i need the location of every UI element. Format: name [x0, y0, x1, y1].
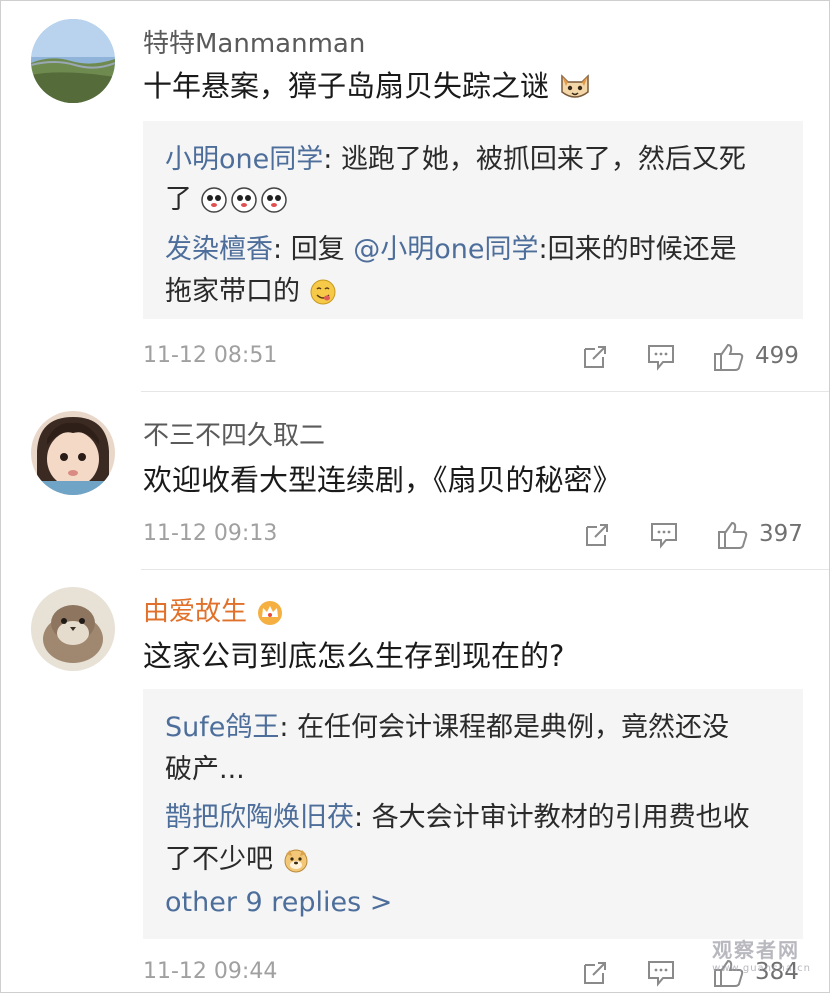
avatar[interactable] — [31, 19, 115, 103]
watermark-main: 观察者网 — [712, 938, 801, 962]
reply-author[interactable]: 小明one同学 — [165, 144, 323, 175]
reply-line: 发染檀香: 回复 @小明one同学:回来的时候还是 — [165, 227, 737, 266]
reply-text: 各大会计审计教材的引用费也收 — [371, 802, 750, 833]
reply-line: 破产... — [165, 747, 245, 786]
username[interactable]: 由爱故生 — [143, 591, 285, 633]
more-replies-link[interactable]: other 9 replies > — [165, 887, 392, 918]
watermark: 观察者网 www.guancha.cn — [712, 934, 811, 974]
share-icon[interactable] — [577, 515, 617, 555]
reply-separator: : — [273, 234, 291, 265]
comment-icon[interactable] — [644, 515, 684, 555]
reply-author[interactable]: 鹊把欣陶焕旧茯 — [165, 802, 354, 833]
share-icon[interactable] — [575, 337, 615, 377]
reply-line: Sufe鸽王: 在任何会计课程都是典例，竟然还没 — [165, 705, 729, 744]
reply-box: Sufe鸽王: 在任何会计课程都是典例，竟然还没 破产... 鹊把欣陶焕旧茯: … — [143, 689, 803, 939]
watermark-sub: www.guancha.cn — [712, 963, 811, 974]
comment-item: 不三不四久取二 欢迎收看大型连续剧，《扇贝的秘密》 11-12 09:13 39… — [1, 391, 830, 569]
username[interactable]: 特特Manmanman — [143, 23, 365, 60]
comment-meta: 11-12 08:51 499 — [143, 337, 803, 377]
panda-emoji-icon — [200, 186, 291, 221]
share-icon[interactable] — [575, 953, 615, 993]
avatar[interactable] — [31, 587, 115, 671]
comment-meta: 11-12 09:13 397 — [143, 515, 803, 555]
comment-item: 特特Manmanman 十年悬案，獐子岛扇贝失踪之谜 小明one同学: 逃跑了她… — [1, 1, 830, 391]
comment-icon[interactable] — [641, 337, 681, 377]
reply-text: :回来的时候还是 — [538, 234, 737, 265]
thumbs-up-icon[interactable] — [713, 515, 753, 555]
reply-author[interactable]: 发染檀香 — [165, 234, 273, 265]
reply-box: 小明one同学: 逃跑了她，被抓回来了，然后又死 了 发染檀香: 回复 @小明o… — [143, 121, 803, 319]
reply-separator: : — [354, 802, 372, 833]
comment-text: 欢迎收看大型连续剧，《扇贝的秘密》 — [143, 463, 622, 497]
reply-separator: : — [279, 712, 298, 743]
reply-line: 了 — [165, 177, 291, 221]
reply-text: 拖家带口的 — [165, 276, 300, 307]
timestamp: 11-12 09:44 — [143, 959, 278, 984]
comment-item: 由爱故生 这家公司到底怎么生存到现在的? Sufe鸽王: 在任何会计课程都是典例… — [1, 569, 830, 993]
comment-text: 十年悬案，獐子岛扇贝失踪之谜 — [143, 63, 592, 109]
reply-text: 逃跑了她，被抓回来了，然后又死 — [340, 144, 746, 175]
reply-line: 了不少吧 — [165, 837, 310, 881]
username-text: 由爱故生 — [143, 597, 248, 627]
yummy-face-emoji-icon — [309, 278, 337, 313]
like-count: 499 — [755, 343, 799, 369]
comment-text: 这家公司到底怎么生存到现在的? — [143, 639, 565, 673]
comment-text-body: 十年悬案，獐子岛扇贝失踪之谜 — [143, 69, 550, 103]
reply-line: 鹊把欣陶焕旧茯: 各大会计审计教材的引用费也收 — [165, 795, 750, 834]
like-count: 397 — [759, 521, 803, 547]
comment-icon[interactable] — [641, 953, 681, 993]
timestamp: 11-12 09:13 — [143, 521, 278, 546]
comment-meta: 11-12 09:44 384 — [143, 953, 803, 993]
reply-prefix: 回复 — [290, 234, 354, 265]
thumbs-up-icon[interactable] — [709, 337, 749, 377]
reply-text: 了不少吧 — [165, 844, 273, 875]
reply-text: 破产... — [165, 754, 245, 785]
reply-line: 拖家带口的 — [165, 269, 337, 313]
reply-text: 了 — [165, 184, 192, 215]
reply-line: 小明one同学: 逃跑了她，被抓回来了，然后又死 — [165, 137, 746, 176]
reply-author[interactable]: Sufe鸽王 — [165, 712, 279, 743]
avatar[interactable] — [31, 411, 115, 495]
cat-emoji-icon — [558, 68, 592, 109]
reply-text: 在任何会计课程都是典例，竟然还没 — [297, 712, 730, 743]
timestamp: 11-12 08:51 — [143, 343, 278, 368]
username[interactable]: 不三不四久取二 — [143, 415, 325, 452]
reply-separator: : — [323, 144, 341, 175]
vip-crown-icon — [255, 598, 285, 633]
comment-list: 特特Manmanman 十年悬案，獐子岛扇贝失踪之谜 小明one同学: 逃跑了她… — [0, 0, 830, 993]
doge-emoji-icon — [282, 846, 310, 881]
mention-link[interactable]: @小明one同学 — [353, 234, 538, 265]
